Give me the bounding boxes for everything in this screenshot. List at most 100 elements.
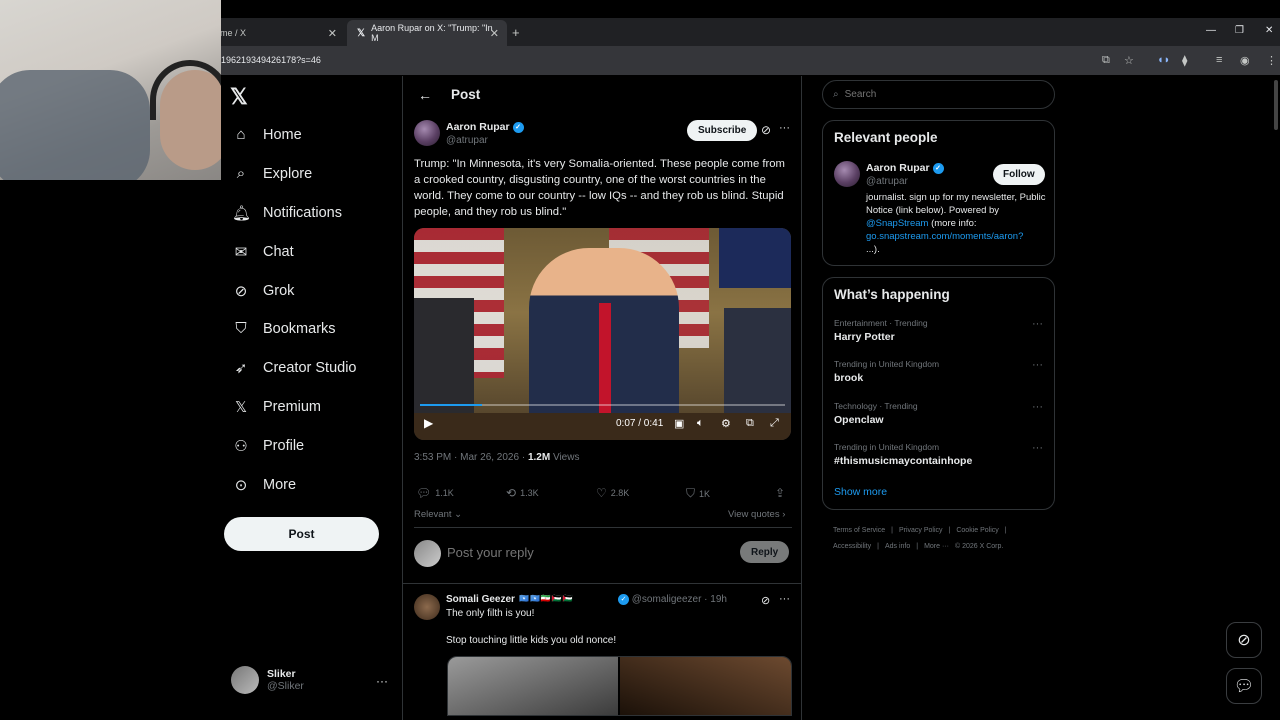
scrollbar[interactable]	[1274, 80, 1278, 130]
author-handle[interactable]: @atrupar	[446, 135, 488, 146]
search-input[interactable]	[844, 89, 1035, 100]
webcam-overlay	[0, 0, 221, 180]
reply-author-handle[interactable]: ✓ @somaligeezer · 19h	[615, 594, 727, 605]
footer-link[interactable]: Ads info	[885, 543, 910, 550]
footer-link[interactable]: Terms of Service	[833, 527, 885, 534]
back-arrow-icon[interactable]: ←	[418, 87, 432, 103]
trend-item[interactable]: Entertainment · Trending Harry Potter ···	[834, 318, 1044, 343]
author-name[interactable]: Aaron Rupar ✓	[446, 121, 524, 133]
nav-bookmarks[interactable]: ⛉ Bookmarks	[232, 320, 336, 337]
x-logo-icon[interactable]: 𝕏	[230, 84, 248, 110]
nav-chat[interactable]: ✉ Chat	[232, 243, 294, 261]
follow-button[interactable]: Follow	[993, 164, 1045, 185]
page-title: Post	[451, 87, 481, 102]
reply-author-name[interactable]: Somali Geezer	[446, 594, 515, 605]
more-icon[interactable]: ···	[1032, 318, 1043, 330]
bookmark-icon: ⛉	[235, 320, 247, 337]
url-field[interactable]: 196219349426178?s=46	[221, 55, 321, 65]
main-column: ← Post Aaron Rupar ✓ @atrupar Subscribe ⊘…	[402, 76, 802, 720]
trend-item[interactable]: Technology · Trending Openclaw ···	[834, 401, 1044, 426]
play-icon[interactable]: ▶	[424, 416, 433, 430]
x-logo-icon: 𝕏	[357, 27, 366, 39]
share-action[interactable]: ⇪	[775, 486, 789, 500]
star-icon[interactable]: ☆	[1124, 54, 1134, 67]
captions-icon[interactable]: ▣	[674, 417, 684, 430]
nav-explore[interactable]: ⌕ Explore	[232, 165, 312, 182]
trend-item[interactable]: Trending in United Kingdom brook ···	[834, 359, 1044, 384]
person-icon: ⚇	[234, 438, 248, 455]
pip-icon[interactable]: ⧉	[746, 417, 754, 430]
reply-button[interactable]: Reply	[740, 541, 790, 563]
reply-media[interactable]	[447, 656, 792, 716]
grok-icon[interactable]: ⊘	[761, 594, 770, 607]
footer-link[interactable]: Privacy Policy	[899, 527, 943, 534]
fullscreen-icon[interactable]: ⤢	[770, 417, 779, 430]
more-icon[interactable]: ···	[779, 122, 790, 134]
trend-item[interactable]: Trending in United Kingdom #thismusicmayc…	[834, 442, 1044, 467]
profile-avatar-icon[interactable]: ◉	[1240, 54, 1250, 67]
more-icon[interactable]: ···	[1032, 401, 1043, 413]
bio-mention-link[interactable]: @SnapStream	[866, 218, 928, 229]
person-handle[interactable]: @atrupar	[866, 176, 908, 187]
minimize-icon[interactable]: —	[1206, 25, 1216, 36]
person-name[interactable]: Aaron Rupar ✓	[866, 162, 944, 174]
menu-icon[interactable]: ⋮	[1266, 54, 1277, 67]
chat-fab-icon[interactable]: 💬︎	[1226, 668, 1262, 704]
author-name-text: Aaron Rupar	[446, 121, 510, 133]
close-icon[interactable]: ✕	[490, 27, 499, 40]
more-icon[interactable]: ···	[376, 674, 388, 688]
author-avatar[interactable]	[414, 120, 440, 146]
settings-gear-icon[interactable]: ⚙	[721, 417, 731, 430]
post-timestamp[interactable]: 3:53 PM · Mar 26, 2026 ·	[414, 452, 528, 463]
restore-icon[interactable]: ❐	[1235, 25, 1244, 36]
verified-badge-icon: ✓	[932, 162, 944, 174]
more-icon[interactable]: ···	[1032, 442, 1043, 454]
extensions-icon[interactable]: ⧫	[1182, 54, 1187, 67]
media-icon[interactable]: ≡	[1216, 54, 1222, 66]
more-circle-icon: ⊙	[234, 477, 248, 494]
repost-action[interactable]: ⟲ 1.3K	[506, 486, 539, 500]
nav-more[interactable]: ⊙ More	[232, 476, 296, 494]
show-more-link[interactable]: Show more	[834, 486, 887, 498]
post-button[interactable]: Post	[224, 517, 379, 551]
browser-tab[interactable]: me / X ✕	[210, 20, 345, 46]
close-icon[interactable]: ✕	[328, 27, 337, 40]
video-progress-bar[interactable]	[420, 404, 785, 406]
more-icon[interactable]: ···	[1032, 359, 1043, 371]
new-tab-icon[interactable]: +	[512, 25, 520, 40]
nav-profile[interactable]: ⚇ Profile	[232, 437, 304, 455]
nav-grok[interactable]: ⊘ Grok	[232, 282, 295, 300]
nav-creator-studio[interactable]: ➶ Creator Studio	[232, 359, 357, 377]
close-window-icon[interactable]: ✕	[1265, 25, 1273, 36]
subscribe-button[interactable]: Subscribe	[687, 120, 758, 141]
nav-label: Creator Studio	[263, 360, 357, 376]
nav-label: Chat	[263, 244, 294, 260]
extension-audio-icon[interactable]: ◖◗	[1157, 54, 1170, 66]
more-icon[interactable]: ···	[779, 593, 790, 605]
nav-notifications[interactable]: 🔔︎ Notifications	[232, 204, 342, 222]
footer-link[interactable]: More ···	[924, 543, 949, 550]
reply-action[interactable]: 💬︎ 1.1K	[416, 486, 454, 500]
video-player[interactable]: ▶ 0:07 / 0:41 ▣ 🔈︎ ⚙ ⧉ ⤢	[414, 228, 791, 440]
browser-tab-active[interactable]: 𝕏 Aaron Rupar on X: "Trump: "In M ✕	[347, 20, 507, 46]
grok-icon[interactable]: ⊘	[761, 123, 771, 137]
account-switcher[interactable]: Sliker @Sliker	[231, 666, 304, 694]
bio-url-link[interactable]: go.snapstream.com/moments/aaron?	[866, 231, 1023, 242]
reply-avatar[interactable]	[414, 594, 440, 620]
bookmark-action[interactable]: ⛉ 1K	[686, 486, 710, 501]
volume-icon[interactable]: 🔈︎	[697, 417, 704, 430]
nav-label: Bookmarks	[263, 320, 336, 337]
reply-input[interactable]	[447, 545, 727, 560]
sort-dropdown[interactable]: Relevant ⌄	[414, 509, 462, 520]
nav-premium[interactable]: 𝕏 Premium	[232, 398, 321, 416]
grok-fab-icon[interactable]: ⊘	[1226, 622, 1262, 658]
search-box[interactable]: ⌕	[822, 80, 1055, 109]
footer-link[interactable]: Cookie Policy	[956, 527, 998, 534]
avatar[interactable]	[834, 161, 860, 187]
footer-link[interactable]: Accessibility	[833, 543, 871, 550]
nav-home[interactable]: ⌂ Home	[232, 126, 301, 143]
like-action[interactable]: ♡ 2.8K	[596, 486, 629, 500]
view-quotes-link[interactable]: View quotes ›	[728, 509, 785, 520]
install-icon[interactable]: ⧉	[1102, 54, 1110, 67]
person-bio: journalist. sign up for my newsletter, P…	[866, 191, 1048, 256]
